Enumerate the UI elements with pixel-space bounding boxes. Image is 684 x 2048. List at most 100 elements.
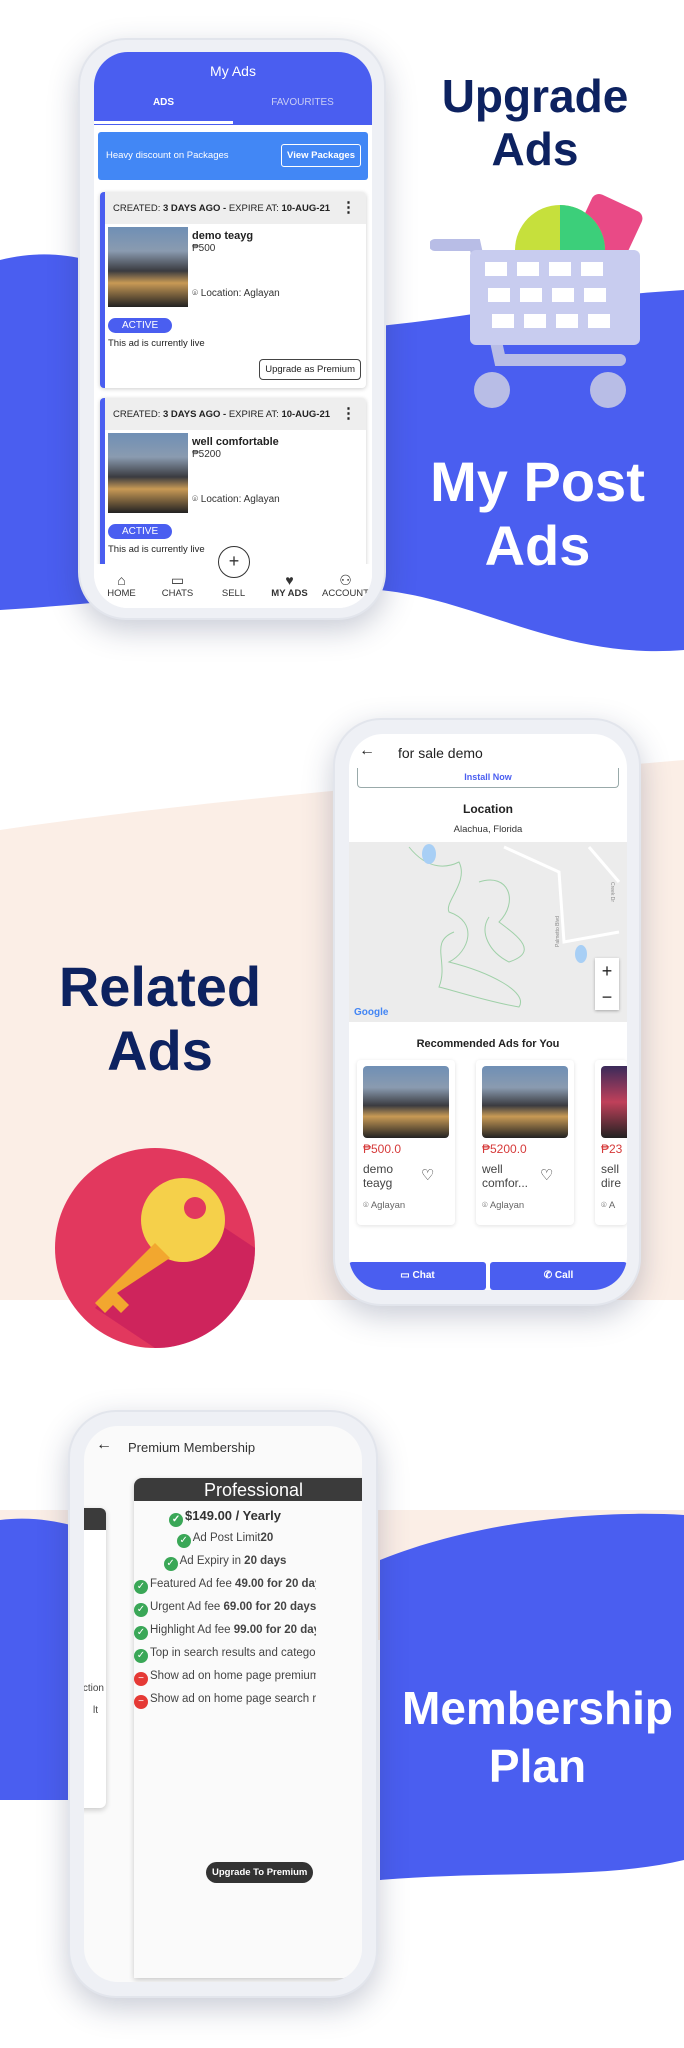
location-text: Alachua, Florida [453,824,523,835]
plan-card-previous[interactable]: ction lt [84,1508,106,1808]
plan-feature: ✓Highlight Ad fee 99.00 for 20 days [134,1619,316,1642]
zoom-in-button[interactable]: + [595,958,619,984]
heart-outline-icon[interactable]: ♡ [421,1166,434,1184]
heart-icon: ♥ [285,572,294,588]
check-icon: ✓ [176,1534,191,1548]
phone-my-ads: My Ads ADS FAVOURITES Heavy discount on … [78,38,386,620]
ad-thumbnail [601,1066,627,1138]
page-title: for sale demo [398,745,483,761]
account-icon: ⚇ [339,572,352,588]
nav-sell[interactable]: + SELL [206,546,261,599]
check-icon: ✓ [134,1603,148,1617]
status-text: This ad is currently live [108,338,205,349]
rec-title: demo teayg [363,1162,394,1190]
back-arrow-icon[interactable]: ← [359,742,375,760]
nav-my-ads[interactable]: ♥ MY ADS [262,572,317,599]
check-icon: ✓ [134,1649,148,1663]
plan-feature: −Show ad on home page premium ad section [134,1665,316,1688]
discount-banner: Heavy discount on Packages View Packages [98,132,368,180]
location-pin-icon: ⌾ [192,288,198,299]
status-text: This ad is currently live [108,544,205,555]
recommended-card[interactable]: ₱23 sell dire ⌾ A [595,1060,627,1225]
phone-membership: ← Premium Membership ction lt Profession… [68,1410,378,1998]
plan-feature: ✓ Ad Expiry in 20 days [134,1550,316,1573]
plan-name: Professional [134,1478,362,1501]
map-terrain: Palmetto Blvd Creek Dr [408,844,621,1008]
install-now-button[interactable]: Install Now [357,768,619,788]
view-packages-button[interactable]: View Packages [281,144,361,167]
heart-outline-icon[interactable]: ♡ [540,1166,553,1184]
check-icon: ✓ [163,1557,178,1571]
plan-feature: ✓Featured Ad fee 49.00 for 20 days [134,1573,316,1596]
my-post-ads-heading: My Post Ads [430,450,645,578]
upgrade-ads-heading: Upgrade Ads [441,70,629,175]
location-heading: Location [463,802,513,816]
location-pin-icon: ⌾ [192,494,198,505]
check-icon: ✓ [169,1513,184,1527]
page-title: Premium Membership [128,1440,256,1455]
ad-location: Location: Aglayan [200,288,280,299]
check-icon: ✓ [134,1626,148,1640]
map[interactable]: Palmetto Blvd Creek Dr Google + − [349,842,627,1022]
ad-price: ₱500 [192,243,216,254]
banner-text: Heavy discount on Packages [106,150,229,161]
ad-card[interactable]: CREATED: 3 DAYS AGO - EXPIRE AT: 10-AUG-… [100,192,366,388]
recommended-card[interactable]: ₱5200.0 well comfor... ♡ ⌾ Aglayan [476,1060,574,1225]
ad-thumbnail[interactable] [108,227,188,307]
bottom-nav: ⌂ HOME ▭ CHATS + SELL ♥ MY ADS ⚇ ACCOUNT [94,546,372,608]
shopping-cart-icon [430,194,643,408]
page-title: My Ads [210,63,256,79]
nav-chats[interactable]: ▭ CHATS [150,572,205,599]
back-arrow-icon[interactable]: ← [96,1436,112,1454]
ad-thumbnail [482,1066,568,1138]
check-icon: ✓ [134,1580,148,1594]
plan-price: ✓ $149.00 / Yearly [134,1504,316,1527]
ad-meta: CREATED: 3 DAYS AGO - EXPIRE AT: 10-AUG-… [105,192,366,224]
minus-circle-icon: − [134,1672,148,1686]
related-ads-heading: Related Ads [58,955,262,1083]
plus-icon[interactable]: + [218,546,250,578]
zoom-out-button[interactable]: − [595,984,619,1010]
map-road-label: Palmetto Blvd [555,916,561,947]
google-logo: Google [354,1007,389,1018]
key-icon [55,1148,255,1348]
map-road-label: Creek Dr [609,882,615,902]
plan-card-professional: Professional ✓ $149.00 / Yearly ✓ Ad Post … [134,1478,362,1978]
recommended-card[interactable]: ₱500.0 demo teayg ♡ ⌾ Aglayan [357,1060,455,1225]
ad-thumbnail[interactable] [108,433,188,513]
tab-favourites[interactable]: FAVOURITES [233,97,372,108]
chat-button[interactable]: ▭ Chat [349,1262,486,1290]
ad-title: well comfortable [192,436,279,448]
more-options-icon[interactable]: ⋮ [341,404,356,422]
nav-home[interactable]: ⌂ HOME [94,572,149,599]
rec-price: ₱500.0 [363,1142,402,1156]
upgrade-premium-button[interactable]: Upgrade as Premium [259,359,361,380]
home-icon: ⌂ [117,572,126,588]
rec-location: Aglayan [370,1200,406,1211]
ad-meta: CREATED: 3 DAYS AGO - EXPIRE AT: 10-AUG-… [105,398,366,430]
plan-feature: −Show ad on home page search results [134,1688,316,1711]
ad-thumbnail [363,1066,449,1138]
plan-feature: ✓ Urgent Ad fee 69.00 for 20 days [134,1596,316,1619]
rec-price: ₱23 [601,1142,623,1156]
tab-ads[interactable]: ADS [94,97,233,108]
more-options-icon[interactable]: ⋮ [341,198,356,216]
recommended-heading: Recommended Ads for You [416,1038,560,1050]
phone-ad-detail: ← for sale demo Install Now Location Ala… [333,718,641,1306]
chat-icon: ▭ [400,1270,410,1281]
ad-title: demo teayg [192,230,254,242]
plan-feature: ✓ Ad Post Limit20 [134,1527,316,1550]
rec-title: well comfor... [482,1162,529,1190]
status-badge: ACTIVE [108,524,173,539]
plan-feature: ✓ Top in search results and category [134,1642,316,1665]
nav-account[interactable]: ⚇ ACCOUNT [318,572,372,599]
tab-indicator [94,121,233,124]
app-header: My Ads ADS FAVOURITES [94,52,372,125]
upgrade-to-premium-button[interactable]: Upgrade To Premium [206,1862,314,1883]
rec-location: A [608,1200,616,1211]
membership-plan-heading: Membership Plan [402,1682,673,1792]
status-badge: ACTIVE [108,318,173,333]
call-button[interactable]: ✆ Call [490,1262,627,1290]
ad-location: Location: Aglayan [200,494,280,505]
rec-location: Aglayan [489,1200,525,1211]
